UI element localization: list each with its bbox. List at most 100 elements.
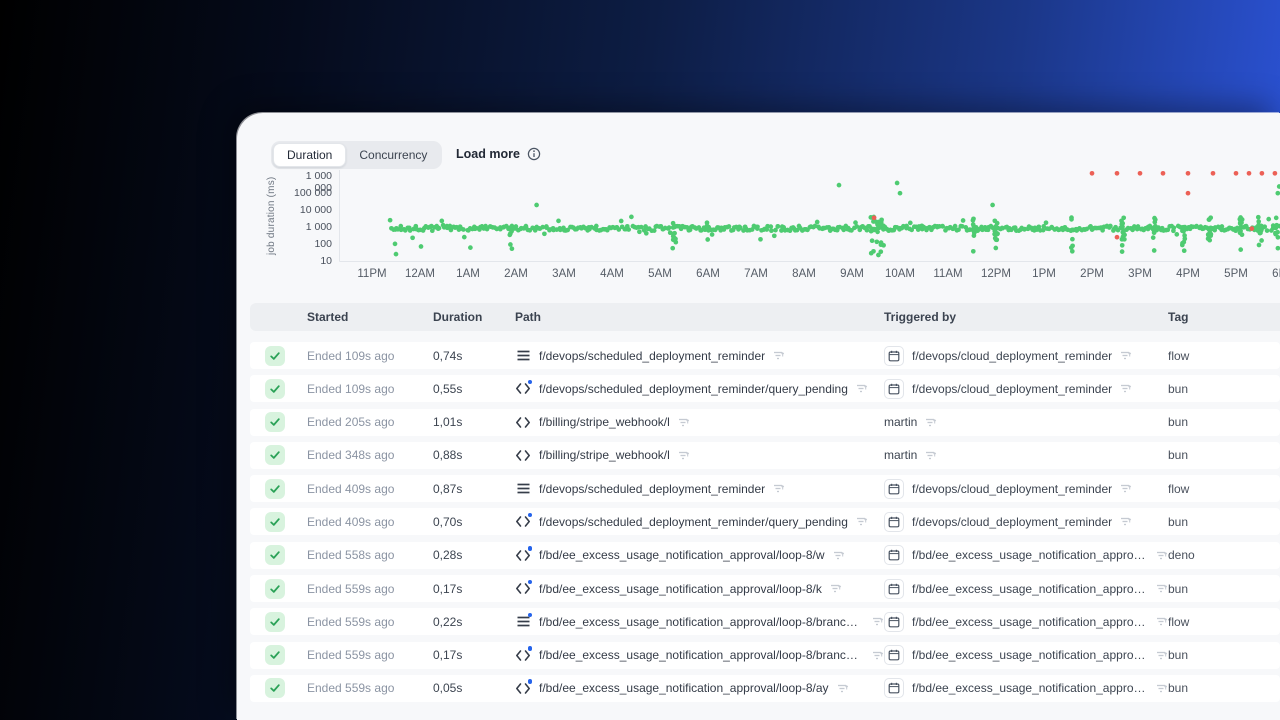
path-link[interactable]: f/bd/ee_excess_usage_notification_approv… [539,615,864,629]
path-link[interactable]: f/devops/scheduled_deployment_reminder [539,349,765,363]
duration-cell: 0,55s [433,381,463,396]
tag-cell: flow [1168,481,1190,496]
table-row[interactable]: Ended 109s ago 0,74s f/devops/scheduled_de… [250,342,1280,369]
success-check-badge [265,578,285,599]
filter-icon[interactable] [830,583,842,594]
triggered-by-cell: f/devops/cloud_deployment_reminder [884,511,1168,532]
path-cell: f/devops/scheduled_deployment_reminder/q… [515,379,884,397]
duration-scatter-chart[interactable] [338,168,1280,264]
filter-icon[interactable] [773,483,785,494]
started-cell: Ended 409s ago [307,481,395,496]
draft-dot-icon [527,679,532,684]
load-more-label: Load more [456,147,520,161]
filter-icon[interactable] [678,450,690,461]
filter-icon[interactable] [1120,383,1132,394]
tag-cell: bun [1168,581,1189,596]
tag-cell: flow [1168,348,1190,363]
table-row[interactable]: Ended 409s ago 0,70s f/devops/scheduled_de… [250,508,1280,536]
filter-icon[interactable] [1120,350,1132,361]
filter-icon[interactable] [678,417,690,428]
table-row[interactable]: Ended 409s ago 0,87s f/devops/scheduled_de… [250,475,1280,503]
table-row[interactable]: Ended 348s ago 0,88s f/billing/stripe_webh… [250,441,1280,469]
y-tick-label: 10 000 [299,204,332,217]
filter-icon[interactable] [837,683,849,694]
path-link[interactable]: f/devops/scheduled_deployment_reminder/q… [539,515,848,529]
schedule-icon [884,511,904,532]
draft-dot-icon [527,579,532,585]
path-cell: f/bd/ee_excess_usage_notification_approv… [515,546,884,563]
filter-icon[interactable] [1156,683,1168,694]
table-row[interactable]: Ended 559s ago 0,17s f/bd/ee_excess_usage_… [250,641,1280,669]
filter-icon[interactable] [872,616,884,627]
success-check-badge [265,511,285,532]
triggered-by-text: martin [884,448,918,463]
schedule-icon [884,378,904,399]
triggered-by-text: f/bd/ee_excess_usage_notification_approv… [912,581,1148,596]
path-link[interactable]: f/bd/ee_excess_usage_notification_approv… [539,648,864,662]
schedule-icon [884,645,904,666]
filter-icon[interactable] [1156,583,1168,594]
runs-table-body: Ended 109s ago 0,74s f/devops/scheduled_de… [250,342,1280,708]
filter-icon[interactable] [872,650,884,661]
tag-cell: bun [1168,514,1189,529]
started-cell: Ended 559s ago [307,681,395,696]
filter-icon[interactable] [1120,516,1132,527]
filter-icon[interactable] [856,383,868,394]
table-row[interactable]: Ended 558s ago 0,28s f/bd/ee_excess_usage_… [250,541,1280,569]
draft-dot-icon [527,646,532,651]
path-link[interactable]: f/devops/scheduled_deployment_reminder [539,482,765,496]
triggered-by-text: f/devops/cloud_deployment_reminder [912,348,1113,363]
schedule-icon [884,345,904,366]
path-cell: f/bd/ee_excess_usage_notification_approv… [515,612,884,630]
path-link[interactable]: f/bd/ee_excess_usage_notification_approv… [539,548,825,562]
info-icon[interactable] [527,147,541,161]
filter-icon[interactable] [773,350,785,361]
success-check-badge [265,545,285,566]
filter-icon[interactable] [925,417,937,428]
triggered-by-cell: f/devops/cloud_deployment_reminder [884,345,1168,366]
load-more-button[interactable]: Load more [456,147,541,161]
started-cell: Ended 559s ago [307,614,395,629]
path-cell: f/devops/scheduled_deployment_reminder/q… [515,512,884,530]
filter-icon[interactable] [1156,550,1168,561]
table-row[interactable]: Ended 109s ago 0,55s f/devops/scheduled_de… [250,375,1280,403]
tab-concurrency[interactable]: Concurrency [346,143,440,167]
filter-icon[interactable] [856,516,868,527]
triggered-by-text: martin [884,415,918,430]
triggered-by-text: f/devops/cloud_deployment_reminder [912,514,1113,529]
app-background: Duration Concurrency Load more job durat… [0,0,1280,720]
filter-icon[interactable] [925,450,937,461]
path-link[interactable]: f/billing/stripe_webhook/l [539,415,670,429]
tag-cell: bun [1168,381,1189,396]
filter-icon[interactable] [1156,650,1168,661]
triggered-by-cell: martin [884,415,1168,429]
table-row[interactable]: Ended 205s ago 1,01s f/billing/stripe_webh… [250,408,1280,436]
filter-icon[interactable] [1156,616,1168,627]
filter-icon[interactable] [833,550,845,561]
success-check-badge [265,645,285,666]
draft-dot-icon [527,546,532,551]
duration-cell: 1,01s [433,415,463,430]
duration-cell: 0,88s [433,448,463,463]
table-row[interactable]: Ended 559s ago 0,22s f/bd/ee_excess_usage_… [250,608,1280,636]
header-triggered-by: Triggered by [884,310,957,324]
path-link[interactable]: f/billing/stripe_webhook/l [539,448,670,462]
tab-duration[interactable]: Duration [273,143,347,167]
y-tick-label: 1 000 [305,221,332,233]
table-row[interactable]: Ended 559s ago 0,17s f/bd/ee_excess_usage_… [250,575,1280,603]
header-duration: Duration [433,310,483,324]
script-icon [515,447,531,463]
table-row[interactable]: Ended 559s ago 0,05s f/bd/ee_excess_usage_… [250,674,1280,702]
header-path: Path [515,310,542,324]
path-link[interactable]: f/bd/ee_excess_usage_notification_approv… [539,681,829,695]
duration-cell: 0,22s [433,614,463,629]
triggered-by-text: f/devops/cloud_deployment_reminder [912,381,1113,396]
path-link[interactable]: f/bd/ee_excess_usage_notification_approv… [539,582,822,596]
flow-icon [515,348,531,364]
filter-icon[interactable] [1120,483,1132,494]
success-check-badge [265,611,285,632]
script-dot-icon [515,679,532,696]
triggered-by-cell: f/bd/ee_excess_usage_notification_approv… [884,678,1168,699]
path-link[interactable]: f/devops/scheduled_deployment_reminder/q… [539,382,848,396]
header-tag: Tag [1168,310,1189,324]
